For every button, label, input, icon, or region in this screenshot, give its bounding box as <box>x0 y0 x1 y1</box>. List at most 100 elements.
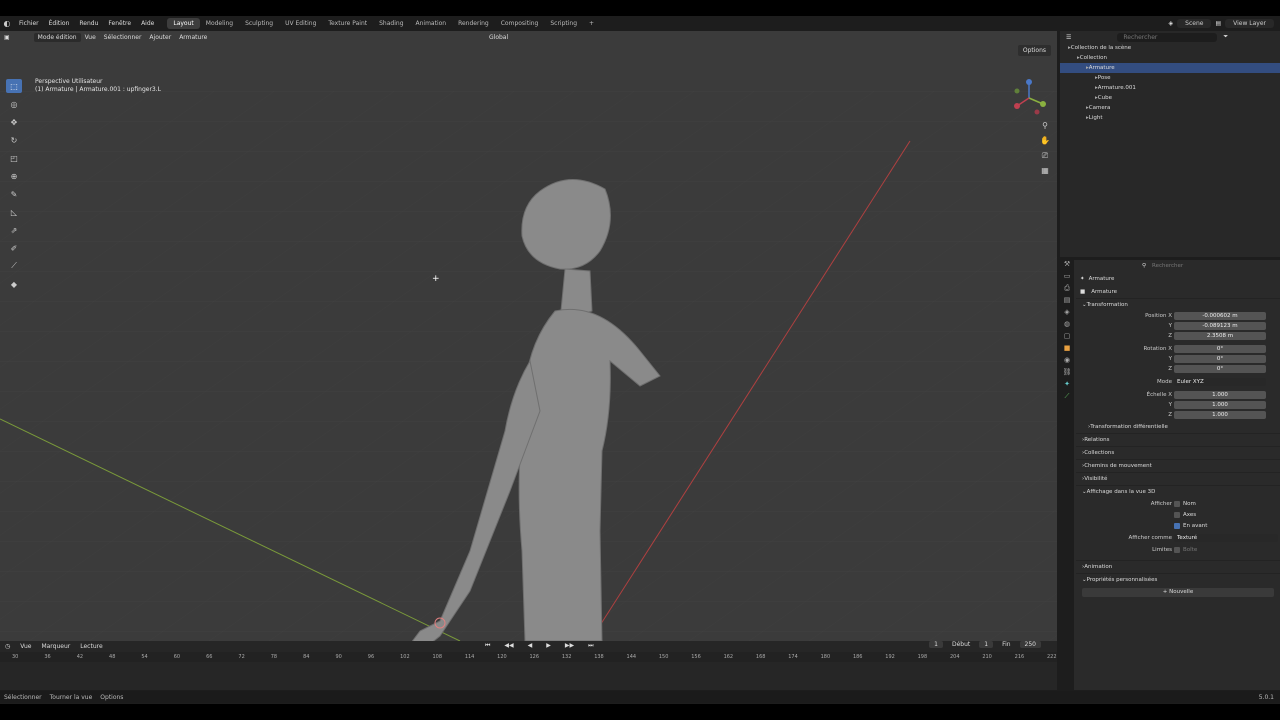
tab-modeling[interactable]: Modeling <box>200 18 239 29</box>
view-layer-field[interactable]: View Layer <box>1225 19 1274 28</box>
visibility-section[interactable]: › Visibilité <box>1076 472 1280 485</box>
delta-transform-header[interactable]: › Transformation différentielle <box>1076 420 1280 433</box>
frame-ruler[interactable]: 30 36 42 48 54 60 66 72 78 84 90 96 102 108 114 120 126 1… <box>0 652 1057 662</box>
camera-view-icon[interactable]: ⎚ <box>1039 151 1051 163</box>
navigation-gizmo[interactable] <box>1009 78 1049 118</box>
rotation-y-field[interactable]: 0° <box>1174 355 1266 363</box>
jump-end-icon[interactable]: ⏭ <box>583 642 598 650</box>
timeline-menu-view[interactable]: Vue <box>15 643 36 650</box>
extrude-tool-icon[interactable]: ⇗ <box>6 223 22 237</box>
custom-properties-section[interactable]: ⌄ Propriétés personnalisées <box>1076 573 1280 586</box>
menu-add[interactable]: Ajouter <box>145 34 175 41</box>
transform-tool-icon[interactable]: ⊕ <box>6 169 22 183</box>
outliner-row[interactable]: ▸ Camera <box>1060 103 1280 113</box>
mode-selector[interactable]: Mode édition <box>33 32 81 42</box>
prev-key-icon[interactable]: ◀◀ <box>499 642 518 650</box>
position-x-field[interactable]: -0.000602 m <box>1174 312 1266 320</box>
bone-tab-icon[interactable]: ⟋ <box>1060 392 1074 404</box>
menu-help[interactable]: Aide <box>136 20 159 27</box>
rotation-mode-dropdown[interactable]: Euler XYZ <box>1174 378 1266 386</box>
end-frame-field[interactable]: 250 <box>1019 641 1041 648</box>
tab-sculpting[interactable]: Sculpting <box>239 18 279 29</box>
options-button[interactable]: Options <box>1017 45 1051 56</box>
ortho-grid-icon[interactable]: ▦ <box>1039 166 1051 178</box>
play-icon[interactable]: ▶ <box>541 642 556 650</box>
editor-type-icon[interactable]: ▣ <box>0 34 14 41</box>
annotate-tool-icon[interactable]: ✎ <box>6 187 22 201</box>
start-frame-field[interactable]: 1 <box>979 641 994 648</box>
menu-file[interactable]: Fichier <box>14 20 44 27</box>
tab-uv-editing[interactable]: UV Editing <box>279 18 322 29</box>
blender-logo-icon[interactable]: ◐ <box>0 16 14 31</box>
outliner-row[interactable]: ▸ Armature.001 <box>1060 83 1280 93</box>
pan-hand-icon[interactable]: ✋ <box>1039 136 1051 148</box>
tab-rendering[interactable]: Rendering <box>452 18 495 29</box>
new-property-button[interactable]: + Nouvelle <box>1082 588 1274 597</box>
collection-tab-icon[interactable]: ▢ <box>1060 332 1074 344</box>
timeline-menu-marker[interactable]: Marqueur <box>36 643 75 650</box>
scene-tab-icon[interactable]: ◈ <box>1060 308 1074 320</box>
outliner-search-input[interactable]: Rechercher <box>1117 32 1218 42</box>
bounds-checkbox[interactable]: Boîte <box>1174 547 1197 553</box>
position-y-field[interactable]: -0.089123 m <box>1174 322 1266 330</box>
play-reverse-icon[interactable]: ◀ <box>523 642 538 650</box>
menu-select[interactable]: Sélectionner <box>100 34 146 41</box>
rotate-tool-icon[interactable]: ↻ <box>6 133 22 147</box>
roll-tool-icon[interactable]: ⟋ <box>6 259 22 273</box>
envelope-tool-icon[interactable]: ◆ <box>6 277 22 291</box>
3d-viewport[interactable]: ▣ Mode édition Vue Sélectionner Ajouter … <box>0 31 1057 641</box>
bone-size-tool-icon[interactable]: ✐ <box>6 241 22 255</box>
menu-window[interactable]: Fenêtre <box>103 20 136 27</box>
rotation-x-field[interactable]: 0° <box>1174 345 1266 353</box>
view-layer-tab-icon[interactable]: ▤ <box>1060 296 1074 308</box>
orientation-selector[interactable]: Global <box>485 34 512 41</box>
object-name-field[interactable]: Armature <box>1091 289 1117 295</box>
tab-scripting[interactable]: Scripting <box>544 18 583 29</box>
jump-start-icon[interactable]: ⏮ <box>480 642 495 650</box>
tab-animation[interactable]: Animation <box>410 18 453 29</box>
motion-paths-section[interactable]: › Chemins de mouvement <box>1076 459 1280 472</box>
outliner-row[interactable]: ▸ Light <box>1060 113 1280 123</box>
relations-section[interactable]: › Relations <box>1076 433 1280 446</box>
physics-tab-icon[interactable]: ◉ <box>1060 356 1074 368</box>
object-tab-icon[interactable]: ■ <box>1060 344 1074 356</box>
current-frame-field[interactable]: 1 <box>929 641 943 648</box>
tool-tab-icon[interactable]: ⚒ <box>1060 260 1074 272</box>
outliner-row[interactable]: ▸ Armature <box>1060 63 1280 73</box>
render-tab-icon[interactable]: ▭ <box>1060 272 1074 284</box>
viewport-display-section[interactable]: ⌄ Affichage dans la vue 3D <box>1076 485 1280 498</box>
zoom-icon[interactable]: ⚲ <box>1039 121 1051 133</box>
show-name-checkbox[interactable]: Nom <box>1174 500 1196 507</box>
cursor-tool-icon[interactable]: ◎ <box>6 97 22 111</box>
menu-render[interactable]: Rendu <box>74 20 103 27</box>
timeline-menu-playback[interactable]: Lecture <box>75 643 107 650</box>
animation-section[interactable]: › Animation <box>1076 560 1280 573</box>
scale-x-field[interactable]: 1.000 <box>1174 391 1266 399</box>
output-tab-icon[interactable]: ⎙ <box>1060 284 1074 296</box>
properties-search-input[interactable]: Rechercher <box>1152 263 1183 269</box>
tab-texture-paint[interactable]: Texture Paint <box>322 18 373 29</box>
scale-tool-icon[interactable]: ◰ <box>6 151 22 165</box>
measure-tool-icon[interactable]: ◺ <box>6 205 22 219</box>
collections-section[interactable]: › Collections <box>1076 446 1280 459</box>
menu-view[interactable]: Vue <box>81 34 100 41</box>
outliner-row[interactable]: ▸ Cube <box>1060 93 1280 103</box>
filter-icon[interactable]: ⏷ <box>1223 33 1228 41</box>
tab-shading[interactable]: Shading <box>373 18 409 29</box>
in-front-checkbox[interactable]: En avant <box>1174 522 1207 529</box>
menu-edit[interactable]: Édition <box>44 20 75 27</box>
constraints-tab-icon[interactable]: ⛓ <box>1060 368 1074 380</box>
move-tool-icon[interactable]: ✥ <box>6 115 22 129</box>
rotation-z-field[interactable]: 0° <box>1174 365 1266 373</box>
select-tool-icon[interactable]: ⬚ <box>6 79 22 93</box>
tab-layout[interactable]: Layout <box>167 18 200 29</box>
menu-armature[interactable]: Armature <box>175 34 211 41</box>
position-z-field[interactable]: 2.3508 m <box>1174 332 1266 340</box>
data-tab-icon[interactable]: ✦ <box>1060 380 1074 392</box>
show-axes-checkbox[interactable]: Axes <box>1174 511 1196 518</box>
display-as-dropdown[interactable]: Texturé <box>1174 533 1278 542</box>
transform-section-header[interactable]: ⌄ Transformation <box>1076 298 1280 311</box>
next-key-icon[interactable]: ▶▶ <box>560 642 579 650</box>
outliner-row[interactable]: ▸ Pose <box>1060 73 1280 83</box>
world-tab-icon[interactable]: ◍ <box>1060 320 1074 332</box>
